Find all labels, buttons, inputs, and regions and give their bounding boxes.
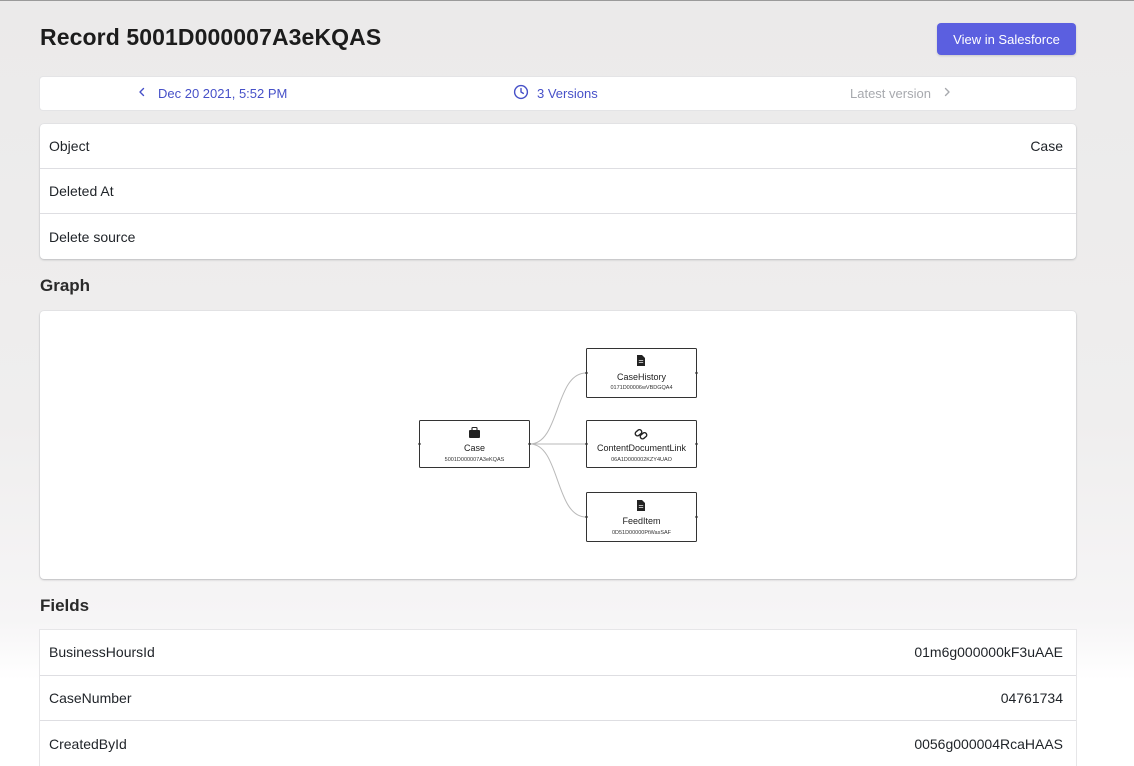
view-in-salesforce-button[interactable]: View in Salesforce xyxy=(937,23,1076,55)
record-metadata-card: Object Case Deleted At Delete source xyxy=(40,124,1076,259)
field-value: 04761734 xyxy=(1000,689,1063,706)
node-id: 0171D00006wVBDGQA4 xyxy=(610,385,672,391)
field-label: BusinessHoursId xyxy=(49,644,155,661)
field-label: CreatedById xyxy=(49,735,127,752)
metadata-value: Case xyxy=(1030,138,1063,154)
node-title: Case xyxy=(464,443,485,453)
fields-table: BusinessHoursId 01m6g000000kF3uAAE CaseN… xyxy=(40,630,1076,766)
next-version-link: Latest version xyxy=(850,77,953,110)
version-navigation-bar: Dec 20 2021, 5:52 PM 3 Versions Latest v… xyxy=(40,77,1076,110)
record-graph: Case 5001D000007A3eKQAS CaseHistory 0171… xyxy=(418,348,698,542)
chevron-right-icon xyxy=(941,86,953,101)
graph-edge xyxy=(529,372,587,445)
field-row: CreatedById 0056g000004RcaHAAS xyxy=(40,721,1076,766)
field-label: CaseNumber xyxy=(49,689,132,706)
node-id: 5001D000007A3eKQAS xyxy=(445,457,505,463)
metadata-row-object: Object Case xyxy=(40,124,1076,169)
graph-node-feeditem[interactable]: FeedItem 0D51D00000PtWasSAF xyxy=(585,492,698,542)
previous-version-label: Dec 20 2021, 5:52 PM xyxy=(158,86,288,101)
node-title: CaseHistory xyxy=(617,372,667,382)
chevron-left-icon xyxy=(136,86,148,101)
field-row: BusinessHoursId 01m6g000000kF3uAAE xyxy=(40,630,1076,676)
metadata-row-deleted-at: Deleted At xyxy=(40,169,1076,214)
versions-count-label: 3 Versions xyxy=(537,86,598,101)
page-title: Record 5001D000007A3eKQAS xyxy=(40,24,382,50)
previous-version-link[interactable]: Dec 20 2021, 5:52 PM xyxy=(136,77,287,110)
node-id: 0D51D00000PtWasSAF xyxy=(612,530,672,536)
metadata-label: Delete source xyxy=(49,228,136,245)
versions-link[interactable]: 3 Versions xyxy=(513,77,598,110)
graph-section-title: Graph xyxy=(40,276,91,295)
graph-node-casehistory[interactable]: CaseHistory 0171D00006wVBDGQA4 xyxy=(585,348,698,398)
top-border xyxy=(0,0,1134,1)
next-version-label: Latest version xyxy=(850,86,931,101)
metadata-row-delete-source: Delete source xyxy=(40,214,1076,259)
field-value: 0056g000004RcaHAAS xyxy=(914,735,1063,752)
record-graph-card: Case 5001D000007A3eKQAS CaseHistory 0171… xyxy=(40,311,1076,579)
node-title: FeedItem xyxy=(622,516,660,526)
node-id: 06A1D000002KZY4UAO xyxy=(611,457,673,463)
field-value: 01m6g000000kF3uAAE xyxy=(914,644,1063,661)
graph-edge xyxy=(529,443,587,518)
metadata-label: Deleted At xyxy=(49,183,114,199)
field-row: CaseNumber 04761734 xyxy=(40,676,1076,721)
metadata-label: Object xyxy=(49,138,90,154)
clock-icon xyxy=(513,84,529,103)
fields-section-title: Fields xyxy=(40,596,90,615)
graph-node-case[interactable]: Case 5001D000007A3eKQAS xyxy=(418,420,531,468)
graph-node-contentdocumentlink[interactable]: ContentDocumentLink 06A1D000002KZY4UAO xyxy=(585,420,698,468)
node-title: ContentDocumentLink xyxy=(597,443,687,453)
